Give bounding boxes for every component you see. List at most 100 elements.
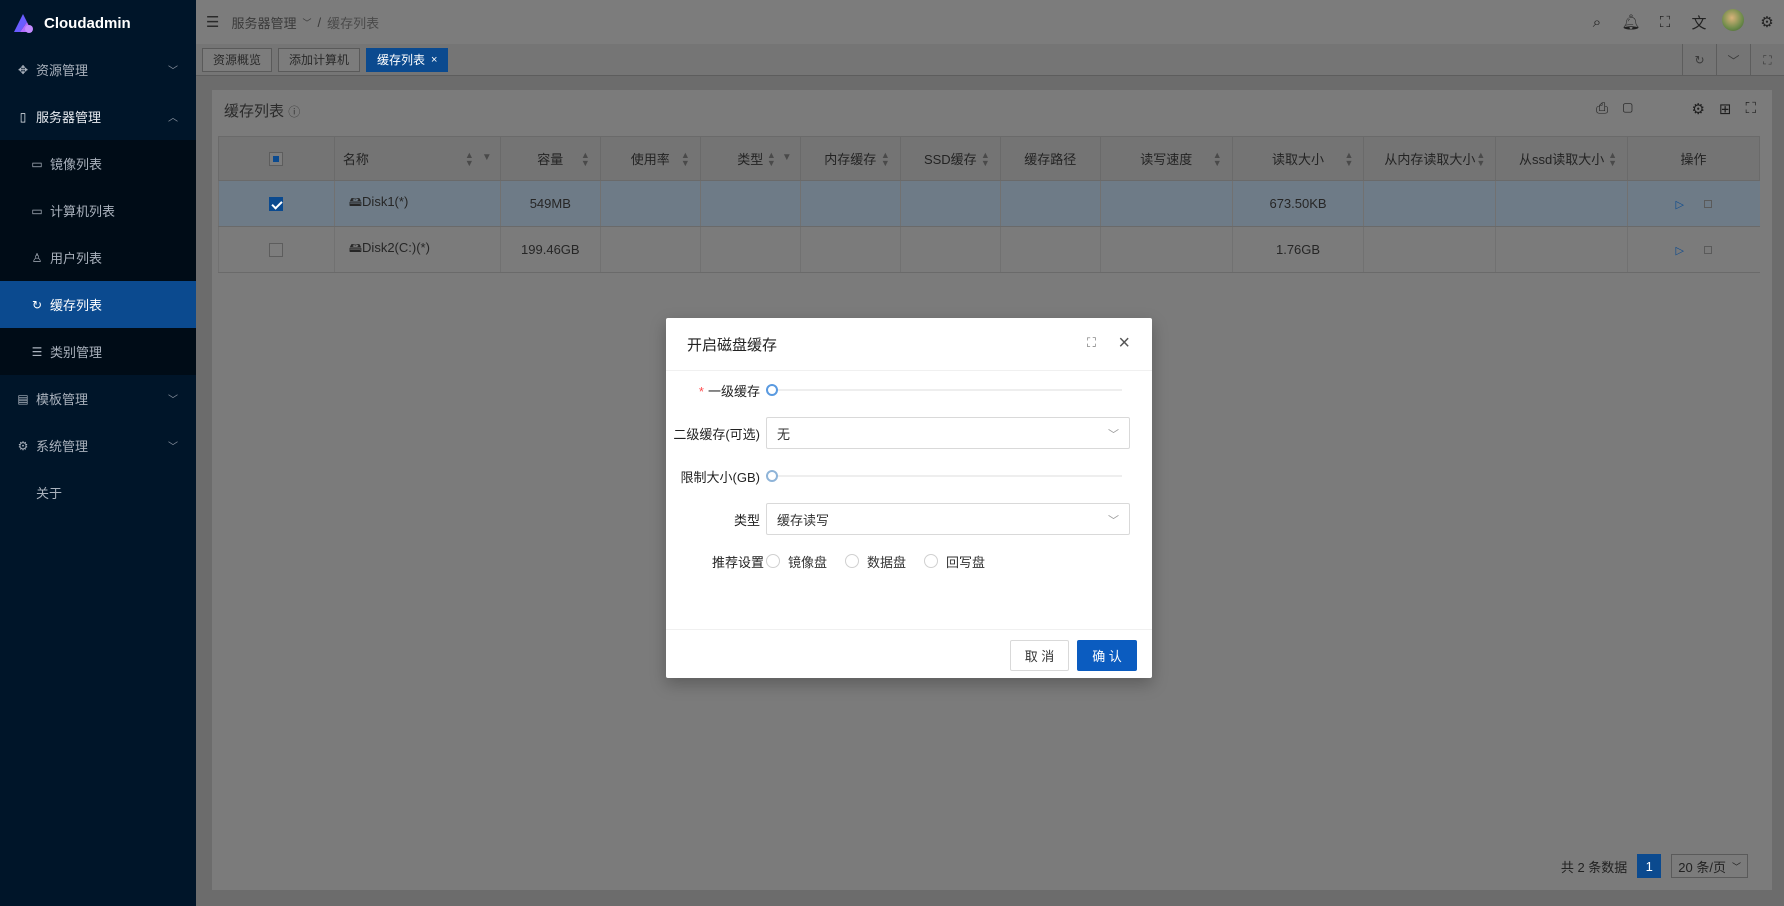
close-icon[interactable]: × [431, 54, 437, 66]
sidebar-item-computer-list[interactable]: ▭ 计算机列表 [0, 187, 196, 234]
breadcrumb-parent[interactable]: 服务器管理 [231, 13, 296, 32]
sidebar-item-user-list[interactable]: ♙ 用户列表 [0, 234, 196, 281]
select-all-checkbox[interactable] [269, 152, 284, 167]
menu-fold-icon[interactable]: ☰ [206, 13, 219, 31]
refresh-icon[interactable]: ↻ [1682, 44, 1716, 76]
fullscreen-icon[interactable]: ⛶ [1745, 100, 1756, 118]
sidebar-item-resource[interactable]: ✥ 资源管理 ﹀ [0, 46, 196, 93]
tab-label: 资源概览 [213, 53, 262, 67]
radio-circle[interactable] [924, 554, 939, 568]
sort-icon[interactable]: ▲ ▼ [581, 151, 590, 168]
print-icon[interactable]: ⎙ [1596, 100, 1608, 118]
table-row[interactable]: 🖴︎Disk2(C:)(*) 199.46GB 1.76GB ▷ [218, 226, 1760, 273]
stop-icon[interactable] [1704, 246, 1713, 254]
slider-handle[interactable] [766, 470, 778, 482]
column-header-read-size[interactable]: 读取大小 ▲ ▼ [1231, 136, 1365, 181]
header-label: 读写速度 [1140, 152, 1193, 167]
limit-size-slider[interactable] [766, 470, 1122, 482]
cache-type-select[interactable]: 缓存读写 ﹀ [766, 503, 1130, 535]
slider-rail [766, 389, 1122, 391]
maximize-icon[interactable]: ⛶ [1750, 44, 1784, 76]
column-header-capacity[interactable]: 容量 ▲ ▼ [499, 136, 601, 181]
header-actions: ⌕ 🔔︎ ⛶ 文 ⚙ [1580, 0, 1784, 44]
sort-icon[interactable]: ▲ ▼ [1213, 151, 1222, 168]
fullscreen-icon[interactable]: ⛶ [1087, 335, 1096, 351]
column-header-ssd-cache[interactable]: SSD缓存 ▲ ▼ [899, 136, 1001, 181]
sidebar-item-label: 缓存列表 [50, 298, 103, 313]
sort-icon[interactable]: ▲ ▼ [981, 151, 990, 168]
sidebar-item-image-list[interactable]: ▭ 镜像列表 [0, 140, 196, 187]
play-icon[interactable]: ▷ [1676, 245, 1684, 257]
stop-icon[interactable] [1704, 200, 1713, 208]
row-checkbox[interactable] [269, 197, 284, 212]
tab-add-computer[interactable]: 添加计算机 [278, 47, 361, 72]
logo[interactable]: Cloudadmin [0, 0, 196, 46]
row-checkbox[interactable] [269, 243, 284, 258]
tab-label: 添加计算机 [289, 53, 350, 67]
modal-footer: 取 消 确 认 [666, 629, 1152, 678]
settings-icon[interactable]: ⚙ [1750, 13, 1784, 31]
page-size-select[interactable]: 20 条/页 ﹀ [1671, 854, 1748, 878]
radio-circle[interactable] [845, 554, 860, 568]
avatar[interactable] [1722, 9, 1744, 31]
cancel-button[interactable]: 取 消 [1010, 640, 1069, 671]
radio-data-disk[interactable]: 数据盘 [845, 552, 906, 571]
chevron-down-icon[interactable]: ﹀ [1716, 44, 1750, 76]
column-header-type[interactable]: 类型 ▲ ▼ ▼ [699, 136, 801, 181]
page-button[interactable]: 1 [1637, 854, 1662, 878]
sidebar-item-cache-list[interactable]: ↻ 缓存列表 [0, 281, 196, 328]
tab-cache-list[interactable]: 缓存列表 × [366, 47, 449, 72]
sidebar-item-template[interactable]: ▤ 模板管理 ﹀ [0, 375, 196, 422]
sort-icon[interactable]: ▲ ▼ [881, 151, 890, 168]
radio-image-disk[interactable]: 镜像盘 [766, 552, 827, 571]
sort-icon[interactable]: ▲ ▼ [465, 151, 474, 168]
play-icon[interactable]: ▷ [1676, 199, 1684, 211]
gear-icon[interactable]: ⚙ [1691, 100, 1704, 118]
column-header-usage[interactable]: 使用率 ▲ ▼ [599, 136, 701, 181]
filter-icon[interactable]: ▼ [782, 152, 792, 163]
modal-header: 开启磁盘缓存 ⛶ × [666, 318, 1152, 371]
column-header-cache-path[interactable]: 缓存路径 [999, 136, 1101, 181]
table-row[interactable]: 🖴︎Disk1(*) 549MB 673.50KB ▷ [218, 180, 1760, 227]
bell-icon[interactable]: 🔔︎ [1614, 13, 1648, 31]
category-icon: ☰ [31, 344, 43, 359]
sort-icon[interactable]: ▲ ▼ [1476, 151, 1485, 168]
level1-cache-slider[interactable] [766, 384, 1122, 396]
field-label: 类型 [733, 512, 760, 528]
sort-icon[interactable]: ▲ ▼ [767, 151, 776, 168]
search-icon[interactable]: ⌕ [1580, 14, 1614, 31]
sidebar-item-server[interactable]: ▯ 服务器管理 ︿ [0, 93, 196, 140]
column-header-rw-speed[interactable]: 读写速度 ▲ ▼ [1099, 136, 1233, 181]
form-row-recommend: 推荐设置 镜像盘 数据盘 回写盘 [666, 545, 1152, 577]
sort-icon[interactable]: ▲ ▼ [1345, 151, 1354, 168]
sort-icon[interactable]: ▲ ▼ [681, 151, 690, 168]
info-icon[interactable]: ⓘ [288, 105, 300, 119]
sidebar-item-label: 关于 [36, 486, 63, 501]
tab-resource-overview[interactable]: 资源概览 [202, 47, 273, 72]
column-header-mem-read-size[interactable]: 从内存读取大小 ▲ ▼ [1363, 136, 1497, 181]
column-header-ssd-read-size[interactable]: 从ssd读取大小 ▲ ▼ [1495, 136, 1629, 181]
system-icon: ⚙ [17, 438, 29, 453]
breadcrumb: 服务器管理 ﹀ / 缓存列表 [231, 13, 379, 32]
translate-icon[interactable]: 文 [1682, 12, 1716, 33]
column-settings-icon[interactable]: ⊞ [1719, 100, 1732, 118]
radio-circle[interactable] [766, 554, 780, 568]
cell-name: 🖴︎Disk1(*) [333, 180, 501, 227]
column-header-name[interactable]: 名称 ▲ ▼ ▼ [333, 136, 501, 181]
square-icon[interactable]: ▢ [1622, 100, 1633, 118]
radio-writeback-disk[interactable]: 回写盘 [924, 552, 985, 571]
sidebar-item-about[interactable]: 关于 [0, 469, 196, 516]
app-name: Cloudadmin [44, 14, 131, 32]
slider-handle[interactable] [766, 384, 778, 396]
fullscreen-icon[interactable]: ⛶ [1648, 14, 1682, 31]
close-icon[interactable]: × [1118, 332, 1130, 355]
sidebar-item-label: 系统管理 [36, 439, 89, 454]
sort-icon[interactable]: ▲ ▼ [1608, 151, 1617, 168]
confirm-button[interactable]: 确 认 [1077, 640, 1137, 671]
level2-cache-select[interactable]: 无 ﹀ [766, 417, 1130, 449]
column-header-memory-cache[interactable]: 内存缓存 ▲ ▼ [799, 136, 901, 181]
sidebar-item-system[interactable]: ⚙ 系统管理 ﹀ [0, 422, 196, 469]
header-label: 读取大小 [1272, 152, 1325, 167]
filter-icon[interactable]: ▼ [482, 152, 492, 163]
sidebar-item-category[interactable]: ☰ 类别管理 [0, 328, 196, 375]
